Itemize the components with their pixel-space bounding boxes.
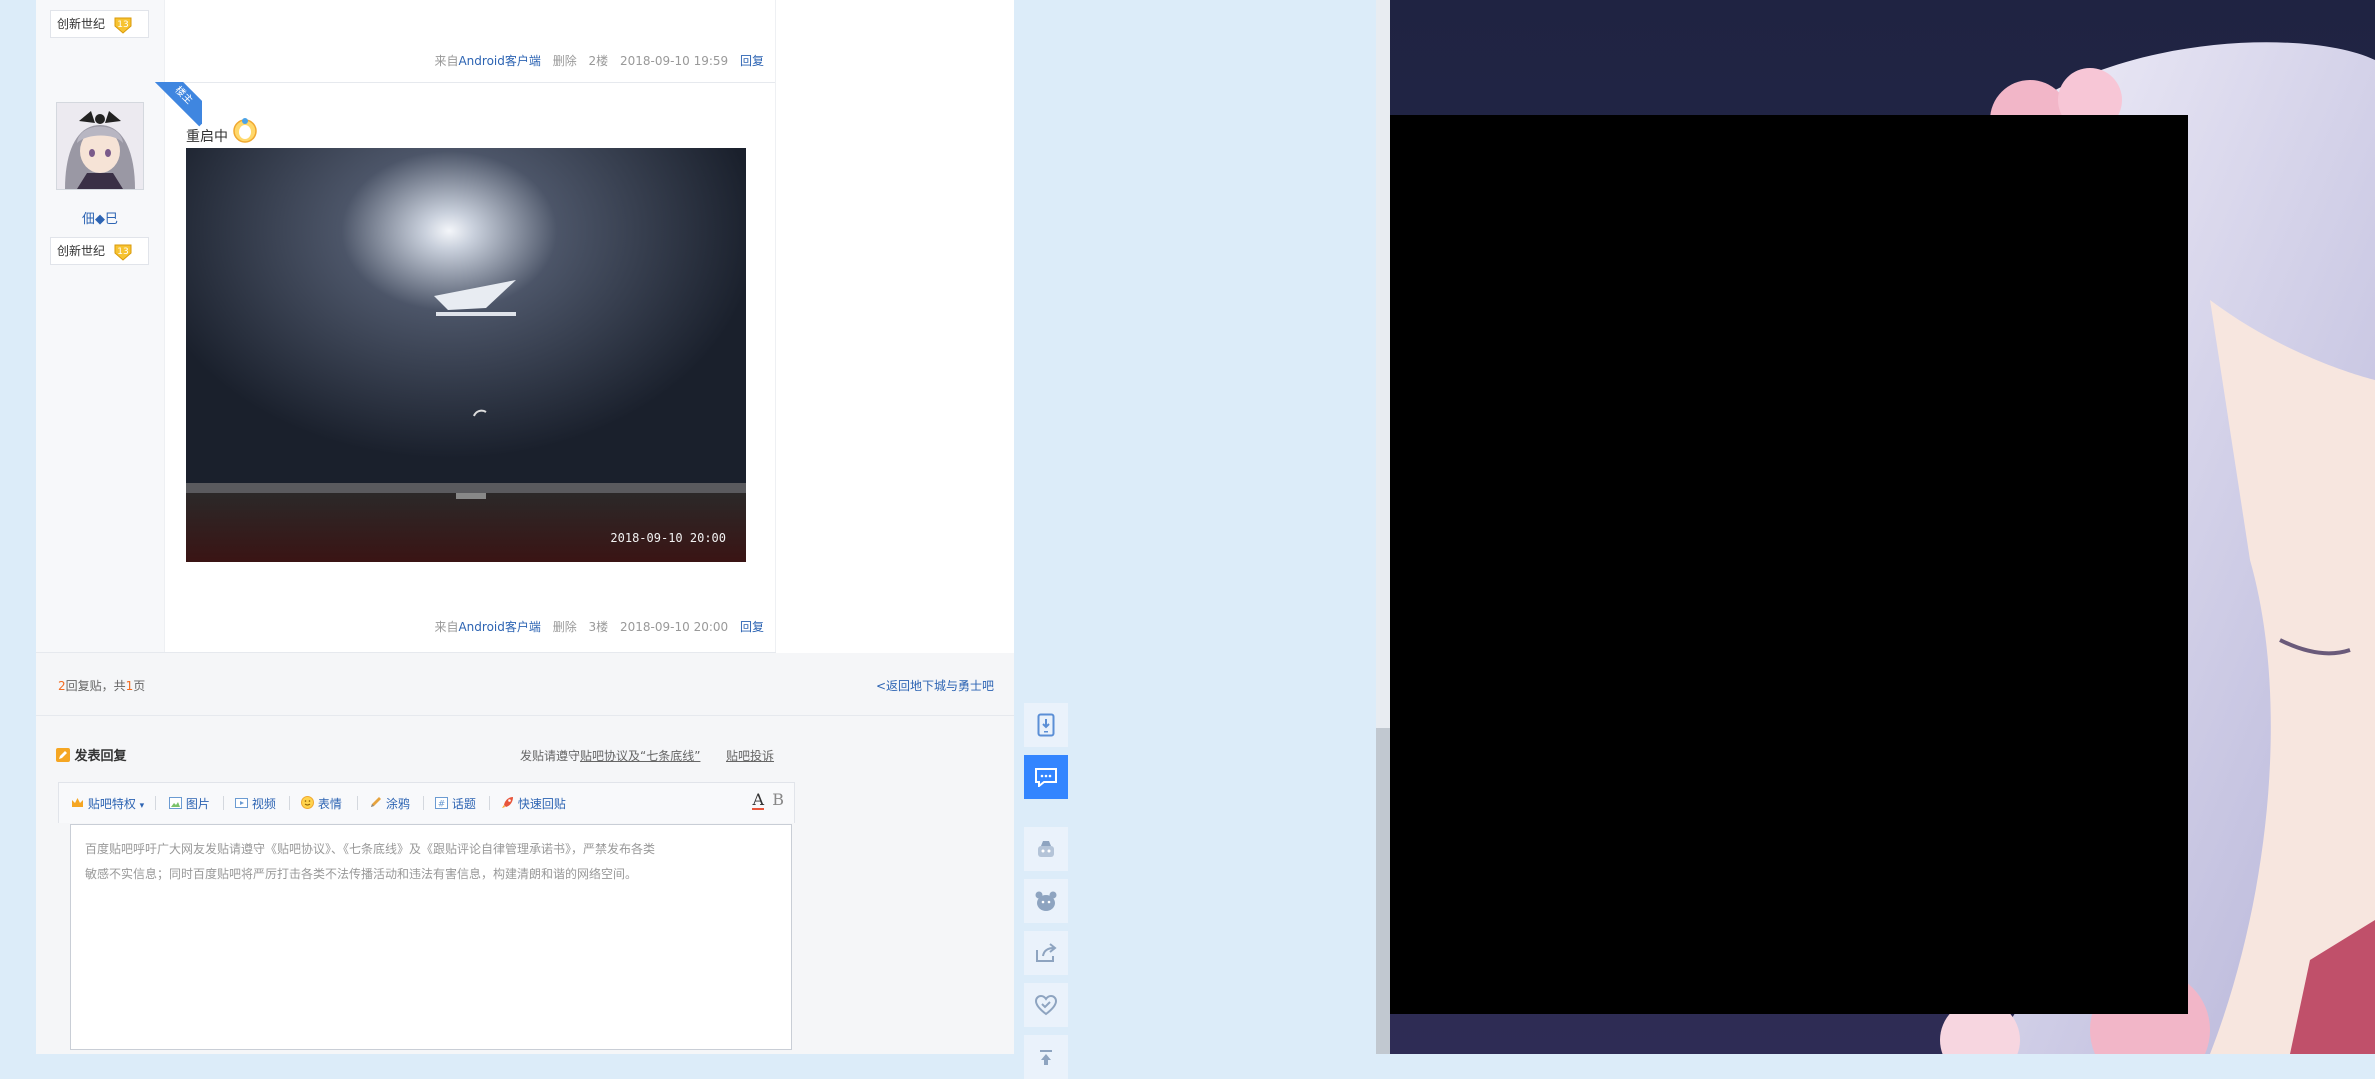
avatar-image	[57, 103, 143, 189]
post-time: 2018-09-10 19:59	[620, 54, 729, 68]
post-list: 创新世纪 13 来自Android客户端 删除 2楼 2018-09-10 19…	[36, 0, 1014, 1054]
share-button[interactable]	[1024, 931, 1068, 975]
svg-text:13: 13	[117, 20, 128, 30]
post-tail: 来自Android客户端 删除 3楼 2018-09-10 20:00 回复	[434, 620, 764, 634]
post-photo[interactable]: 2018-09-10 20:00	[186, 148, 746, 562]
post-floor-2: 创新世纪 13 来自Android客户端 删除 2楼 2018-09-10 19…	[36, 0, 776, 83]
agreement-link[interactable]: 贴吧协议及“七条底线”	[580, 749, 700, 763]
rocket-icon	[502, 797, 513, 808]
bear-button[interactable]	[1024, 879, 1068, 923]
reply-placeholder: 百度贴吧呼吁广大网友发贴请遵守《贴吧协议》、《七条底线》及《跟贴评论自律管理承诺…	[85, 842, 656, 881]
crown-icon	[72, 798, 83, 807]
client-link[interactable]: Android客户端	[458, 54, 540, 68]
video-button[interactable]: 视频	[235, 795, 276, 812]
chevron-down-icon: ▾	[139, 801, 145, 811]
phone-download-icon	[1037, 713, 1055, 737]
privilege-button[interactable]: 贴吧特权 ▾	[71, 795, 144, 812]
reply-link[interactable]: 回复	[740, 620, 764, 634]
back-to-forum-link[interactable]: <返回地下城与勇士吧	[876, 677, 994, 694]
post-tail: 来自Android客户端 删除 2楼 2018-09-10 19:59 回复	[434, 54, 764, 68]
image-button[interactable]: 图片	[169, 795, 210, 812]
reply-count: 2回复贴，共1页	[58, 679, 146, 693]
favorite-button[interactable]	[1024, 983, 1068, 1027]
video-icon	[235, 798, 248, 808]
font-color-button[interactable]: A	[752, 792, 764, 810]
robot-icon	[1038, 841, 1054, 857]
client-link[interactable]: Android客户端	[458, 620, 540, 634]
share-icon	[1036, 943, 1057, 962]
topic-button[interactable]: # 话题	[435, 795, 476, 812]
editor-toolbar: 贴吧特权 ▾ 图片 视频 表情 涂鸦 # 话题 快速回贴 A B	[58, 782, 795, 823]
emoticon-icon	[233, 118, 258, 143]
member-badge[interactable]: 创新世纪 13	[50, 10, 149, 38]
floor-number: 3楼	[588, 620, 609, 634]
heart-icon	[1034, 994, 1058, 1016]
post-time: 2018-09-10 20:00	[620, 620, 729, 634]
edit-icon	[56, 748, 70, 762]
smiley-icon	[301, 796, 314, 809]
floor-number: 2楼	[588, 54, 609, 68]
bear-icon	[1035, 891, 1057, 911]
svg-text:#: #	[438, 800, 446, 810]
message-icon	[1035, 768, 1057, 787]
delete-link[interactable]: 删除	[553, 54, 577, 68]
quick-reply-button[interactable]: 快速回贴	[501, 795, 566, 812]
bold-button[interactable]: B	[772, 792, 784, 808]
svg-text:13: 13	[117, 247, 128, 257]
username-link[interactable]: 佃◆巳	[36, 208, 164, 227]
avatar[interactable]	[56, 102, 144, 190]
photo-image: 2018-09-10 20:00	[186, 148, 746, 562]
robot-button[interactable]	[1024, 827, 1068, 871]
member-badge[interactable]: 创新世纪 13	[50, 237, 149, 265]
hashtag-icon: #	[435, 797, 448, 810]
emoji-button[interactable]: 表情	[301, 795, 342, 812]
posting-notice: 发贴请遵守贴吧协议及“七条底线”	[520, 749, 701, 763]
image-icon	[169, 797, 182, 809]
reply-link[interactable]: 回复	[740, 54, 764, 68]
badge-name: 创新世纪	[57, 17, 106, 31]
badge-name: 创新世纪	[57, 244, 106, 258]
post-text: 重启中	[186, 117, 258, 146]
doodle-button[interactable]: 涂鸦	[369, 795, 410, 812]
complaint-link[interactable]: 贴吧投诉	[726, 747, 774, 764]
editor-title: 发表回复	[56, 745, 127, 764]
brush-icon	[371, 797, 381, 807]
reply-textarea[interactable]: 百度贴吧呼吁广大网友发贴请遵守《贴吧协议》、《七条底线》及《跟贴评论自律管理承诺…	[70, 824, 792, 1050]
photo-timestamp: 2018-09-10 20:00	[610, 531, 726, 545]
scrollbar-thumb[interactable]	[1376, 728, 1390, 1054]
app-download-button[interactable]	[1024, 703, 1068, 747]
pager-bar: 2回复贴，共1页 <返回地下城与勇士吧	[36, 653, 1014, 716]
message-button[interactable]	[1024, 755, 1068, 799]
side-gap	[1014, 0, 1376, 1054]
page-scrollbar[interactable]	[1376, 0, 1390, 1054]
delete-link[interactable]: 删除	[553, 620, 577, 634]
redacted-overlay	[1390, 115, 2188, 1014]
top-icon	[1040, 1050, 1052, 1065]
back-to-top-button[interactable]	[1024, 1035, 1068, 1079]
level-icon: 13	[114, 244, 132, 261]
level-icon: 13	[114, 17, 132, 34]
